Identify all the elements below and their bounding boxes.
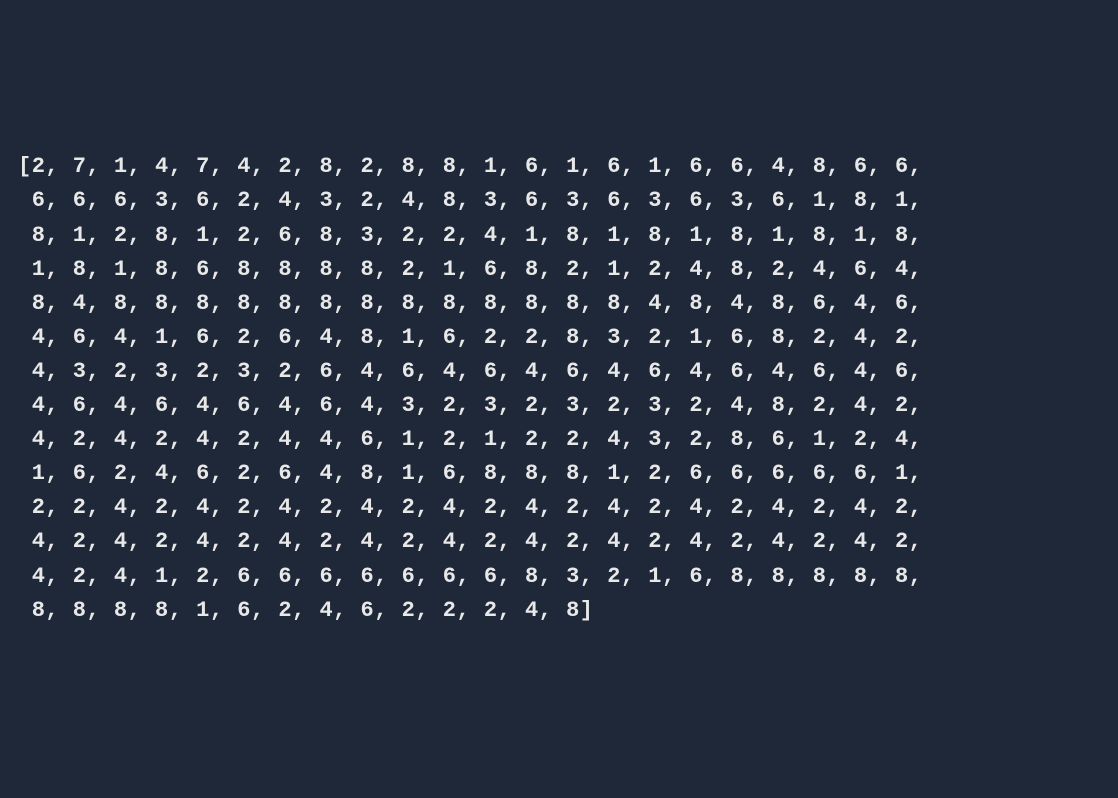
array-display: [2, 7, 1, 4, 7, 4, 2, 8, 2, 8, 8, 1, 6, … — [18, 154, 922, 622]
terminal-output: [2, 7, 1, 4, 7, 4, 2, 8, 2, 8, 8, 1, 6, … — [18, 150, 1100, 627]
